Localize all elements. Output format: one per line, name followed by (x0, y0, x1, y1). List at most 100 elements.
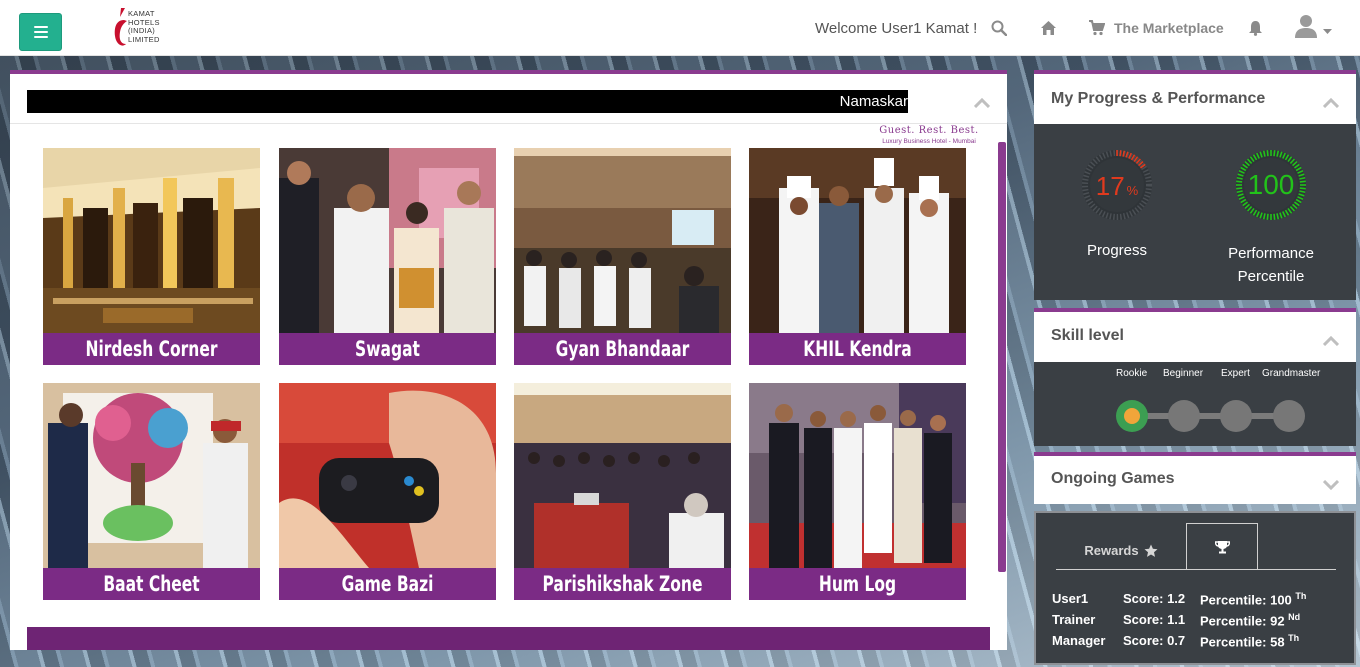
progress-card-body: 17% Progress 100 Performance Percentile (1034, 124, 1356, 300)
tile-label: Parishikshak Zone (542, 572, 703, 596)
skill-level-card: Skill level Rookie Beginner Expert Grand… (1034, 308, 1356, 446)
marketplace-label: The Marketplace (1114, 20, 1224, 36)
percentile-value: Percentile: 100 (1200, 592, 1292, 608)
menu-icon-bar (33, 26, 48, 28)
tile-hum-log[interactable]: Hum Log (749, 383, 966, 600)
marketplace-link[interactable]: The Marketplace (1088, 20, 1224, 36)
skill-dot-grandmaster[interactable] (1273, 400, 1305, 432)
tile-label-bar: Game Bazi (279, 568, 496, 600)
leaderboard-score: Score: 1.2 (1123, 591, 1186, 606)
chevron-up-icon[interactable] (974, 98, 990, 108)
bell-icon[interactable] (1248, 20, 1263, 36)
tile-label-bar: KHIL Kendra (749, 333, 966, 365)
top-navbar: KAMAT HOTELS (INDIA) LIMITED Welcome Use… (0, 0, 1360, 56)
ongoing-games-card[interactable]: Ongoing Games (1034, 452, 1356, 504)
tile-nirdesh-corner[interactable]: Nirdesh Corner (43, 148, 260, 365)
tile-label: Hum Log (818, 572, 897, 596)
marquee-text: Namaskar (839, 93, 908, 110)
tile-label-bar: Nirdesh Corner (43, 333, 260, 365)
skill-level-label: Grandmaster (1262, 368, 1321, 379)
card-header: Ongoing Games (1034, 456, 1356, 506)
skill-track (1134, 413, 1294, 419)
chevron-down-icon[interactable] (1323, 480, 1339, 490)
logo-line: LIMITED (128, 34, 160, 44)
star-icon (1144, 544, 1158, 557)
tile-khil-kendra[interactable]: KHIL Kendra (749, 148, 966, 365)
logo-text: KAMAT HOTELS (INDIA) LIMITED (128, 9, 160, 44)
tile-label-bar: Baat Cheet (43, 568, 260, 600)
training-session-photo (514, 383, 731, 568)
skill-dot-expert[interactable] (1220, 400, 1252, 432)
card-header: Skill level (1034, 312, 1356, 362)
skill-card-body: Rookie Beginner Expert Grandmaster (1034, 362, 1356, 446)
welcome-ceremony-photo (279, 148, 496, 333)
skill-level-label: Beginner (1163, 368, 1204, 379)
team-group-photo (749, 383, 966, 568)
main-content-panel: Namaskar Guest. Rest. Best. Luxury Busin… (10, 70, 1007, 650)
welcome-text: Welcome User1 Kamat ! (815, 20, 978, 37)
tile-parishikshak-zone[interactable]: Parishikshak Zone (514, 383, 731, 600)
conference-room-photo (514, 148, 731, 333)
leaderboard-name: User1 (1052, 591, 1089, 606)
tab-leaderboard[interactable] (1186, 523, 1258, 570)
menu-icon-bar (33, 36, 48, 38)
percentile-value: Percentile: 92 (1200, 613, 1285, 629)
leaderboard-score: Score: 0.7 (1123, 633, 1186, 648)
skill-dot-active-marker (1124, 408, 1140, 424)
skill-dot-beginner[interactable] (1168, 400, 1200, 432)
menu-toggle-button[interactable] (19, 13, 62, 51)
leaderboard-score: Score: 1.1 (1123, 612, 1186, 627)
tile-label: Nirdesh Corner (85, 337, 218, 361)
gauge-tick (1273, 213, 1276, 220)
leaderboard-name: Manager (1052, 633, 1106, 648)
tagline-text: Guest. Rest. Best. (879, 125, 979, 136)
chevron-up-icon[interactable] (1323, 98, 1339, 108)
tile-game-bazi[interactable]: Game Bazi (279, 383, 496, 600)
gauge-tick (1119, 150, 1122, 157)
game-controller-photo (279, 383, 496, 568)
percentile-suffix: Th (1295, 591, 1307, 601)
home-icon[interactable] (1040, 20, 1057, 36)
earth-day-painting-photo (43, 383, 260, 568)
performance-label-line: Performance (1228, 245, 1314, 262)
progress-value: 17% (1078, 171, 1156, 202)
performance-value: 100 (1247, 169, 1295, 200)
card-title: Skill level (1051, 327, 1124, 344)
tile-gyan-bhandaar[interactable]: Gyan Bhandaar (514, 148, 731, 365)
search-icon[interactable] (991, 20, 1007, 36)
card-header: My Progress & Performance (1034, 74, 1356, 124)
percentile-suffix: Th (1288, 633, 1300, 643)
leaderboard-name: Trainer (1052, 612, 1096, 627)
leaderboard-percentile: Percentile: 92 Nd (1200, 612, 1300, 628)
caret-down-icon (1323, 29, 1332, 34)
user-icon (1295, 15, 1317, 38)
tab-rewards[interactable]: Rewards (1056, 531, 1186, 570)
tile-baat-cheet[interactable]: Baat Cheet (43, 383, 260, 600)
tile-label: Gyan Bhandaar (555, 337, 690, 361)
subtagline-text: Luxury Business Hotel - Mumbai (882, 138, 976, 145)
chefs-group-photo (749, 148, 966, 333)
tile-label-bar: Gyan Bhandaar (514, 333, 731, 365)
performance-label-line: Percentile (1237, 268, 1305, 285)
skill-level-label: Rookie (1116, 368, 1148, 379)
tile-label-bar: Parishikshak Zone (514, 568, 731, 600)
vertical-scrollbar[interactable] (998, 142, 1006, 572)
hotel-tagline: Guest. Rest. Best. Luxury Business Hotel… (866, 125, 992, 145)
tile-swagat[interactable]: Swagat (279, 148, 496, 365)
company-logo[interactable]: KAMAT HOTELS (INDIA) LIMITED (112, 6, 172, 50)
chevron-up-icon[interactable] (1323, 336, 1339, 346)
cart-icon (1089, 20, 1105, 36)
user-menu[interactable] (1294, 14, 1334, 40)
hotel-atrium-photo (43, 148, 260, 333)
gauge-tick (1273, 150, 1276, 157)
gauge-tick (1266, 150, 1269, 157)
logo-mark-icon (114, 8, 127, 46)
gauge-tick (1266, 213, 1269, 220)
announcement-marquee: Namaskar (27, 90, 908, 113)
skill-dot-rookie[interactable] (1116, 400, 1148, 432)
card-title: My Progress & Performance (1051, 90, 1266, 107)
card-title: Ongoing Games (1051, 470, 1175, 487)
performance-label: Performance Percentile (1214, 242, 1328, 288)
progress-unit: % (1126, 183, 1139, 198)
tile-label-bar: Swagat (279, 333, 496, 365)
